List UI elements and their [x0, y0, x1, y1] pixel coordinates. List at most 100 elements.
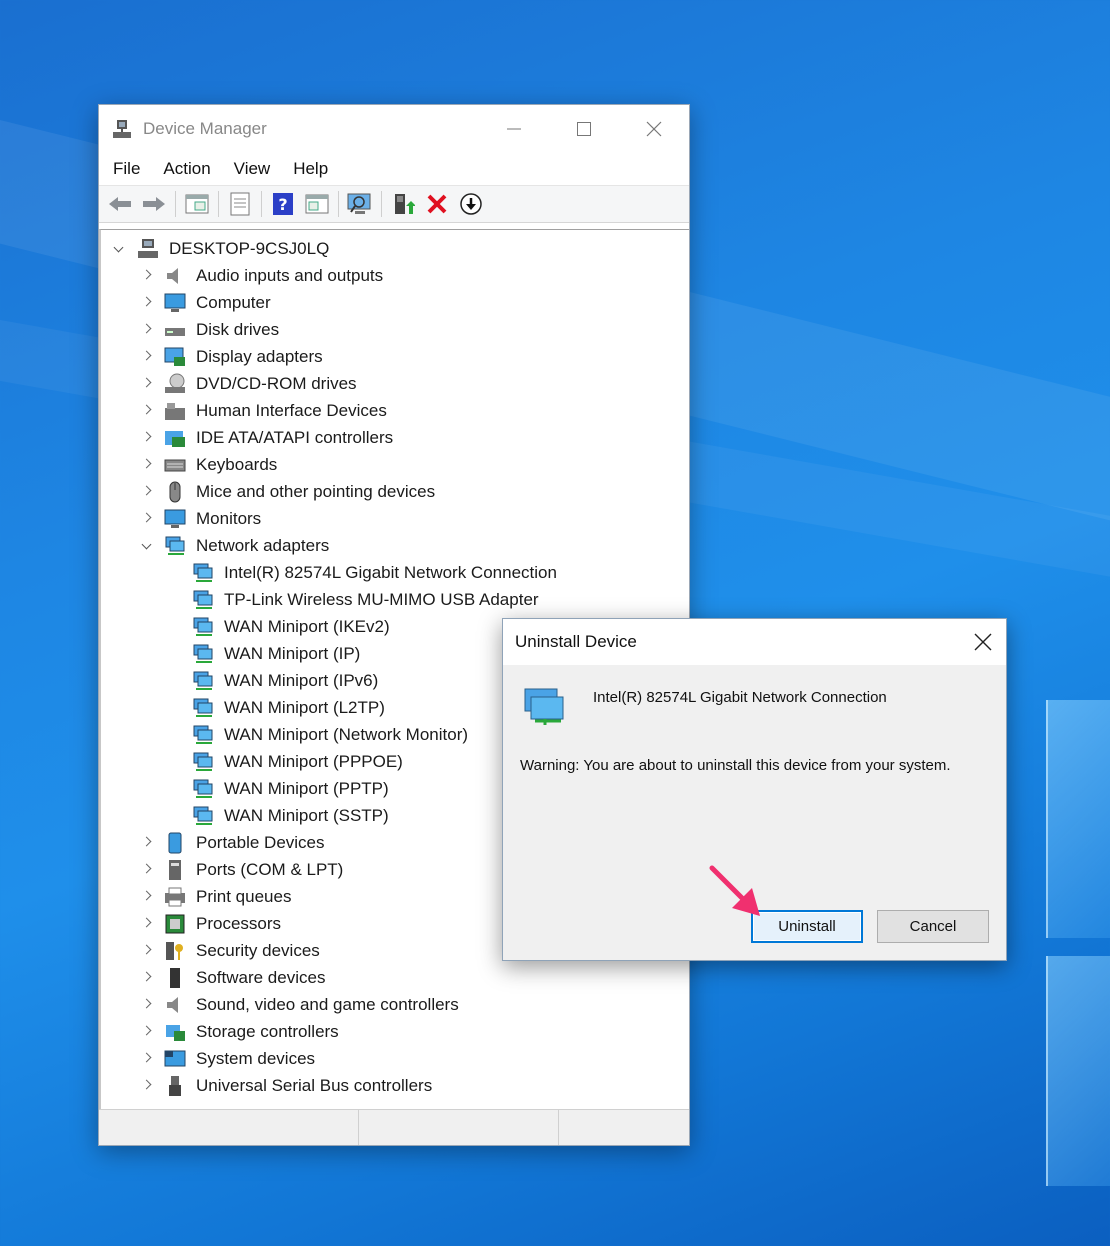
tree-category-item[interactable]: DVD/CD-ROM drives — [164, 370, 357, 397]
tree-device-item[interactable]: WAN Miniport (Network Monitor) — [192, 721, 468, 748]
maximize-button[interactable] — [549, 105, 619, 153]
forward-button[interactable] — [139, 190, 169, 218]
tree-item-label: Audio inputs and outputs — [196, 265, 384, 285]
tree-item-label: WAN Miniport (L2TP) — [224, 697, 385, 717]
tree-category-item[interactable]: IDE ATA/ATAPI controllers — [164, 424, 393, 451]
tree-category-item[interactable]: Processors — [164, 910, 281, 937]
back-arrow-icon — [109, 197, 131, 211]
chevron-right-icon[interactable] — [141, 863, 153, 875]
chevron-right-icon[interactable] — [141, 890, 153, 902]
tree-category-item[interactable]: Ports (COM & LPT) — [164, 856, 343, 883]
tree-category-item[interactable]: Audio inputs and outputs — [164, 262, 383, 289]
network-adapter-icon — [193, 671, 213, 690]
menu-view[interactable]: View — [234, 159, 271, 179]
tree-device-item[interactable]: WAN Miniport (PPPOE) — [192, 748, 403, 775]
scan-hardware-icon — [347, 193, 371, 214]
scan-hardware-button[interactable] — [345, 190, 375, 218]
security-device-icon — [166, 941, 183, 960]
menu-help[interactable]: Help — [293, 159, 328, 179]
properties-button[interactable] — [225, 190, 255, 218]
chevron-right-icon[interactable] — [141, 1052, 153, 1064]
tree-category-item[interactable]: Storage controllers — [164, 1018, 339, 1045]
tree-device-item[interactable]: TP-Link Wireless MU-MIMO USB Adapter — [192, 586, 539, 613]
wallpaper-logo-pane — [1046, 956, 1110, 1186]
tree-category-item[interactable]: Disk drives — [164, 316, 279, 343]
wallpaper-logo-pane — [1046, 700, 1110, 938]
window-title: Device Manager — [143, 119, 267, 138]
tree-category-item[interactable]: Portable Devices — [164, 829, 325, 856]
chevron-right-icon[interactable] — [141, 512, 153, 524]
tree-category-item[interactable]: Print queues — [164, 883, 291, 910]
menu-action[interactable]: Action — [163, 159, 210, 179]
tree-category-item[interactable]: Display adapters — [164, 343, 323, 370]
chevron-right-icon[interactable] — [141, 296, 153, 308]
tree-category-item[interactable]: Network adapters — [164, 532, 329, 559]
title-bar[interactable]: Device Manager — [99, 105, 689, 153]
help-button[interactable]: ? — [268, 190, 298, 218]
chevron-right-icon[interactable] — [141, 1025, 153, 1037]
chevron-right-icon[interactable] — [141, 323, 153, 335]
printer-icon — [165, 887, 185, 906]
chevron-right-icon[interactable] — [141, 350, 153, 362]
chevron-right-icon[interactable] — [141, 431, 153, 443]
status-pane — [359, 1110, 559, 1145]
tree-category-item[interactable]: Human Interface Devices — [164, 397, 387, 424]
tree-root-computer[interactable]: DESKTOP-9CSJ0LQ — [137, 235, 329, 262]
tree-category-item[interactable]: Software devices — [164, 964, 325, 991]
show-hide-console-tree-button[interactable] — [182, 190, 212, 218]
tree-item-label: Intel(R) 82574L Gigabit Network Connecti… — [224, 562, 557, 582]
dialog-title-bar[interactable]: Uninstall Device — [503, 619, 1006, 665]
dialog-close-button[interactable] — [970, 629, 996, 655]
tree-category-item[interactable]: Computer — [164, 289, 271, 316]
tree-device-item[interactable]: Intel(R) 82574L Gigabit Network Connecti… — [192, 559, 557, 586]
update-driver-icon — [395, 194, 415, 214]
chevron-right-icon[interactable] — [141, 485, 153, 497]
toolbar-separator — [381, 191, 382, 217]
monitor-icon — [164, 509, 186, 528]
tree-category-item[interactable]: Universal Serial Bus controllers — [164, 1072, 432, 1099]
tree-item-label: Network adapters — [196, 535, 330, 555]
chevron-right-icon[interactable] — [141, 836, 153, 848]
close-icon — [646, 121, 662, 137]
uninstall-button[interactable]: Uninstall — [751, 910, 863, 943]
menu-file[interactable]: File — [113, 159, 140, 179]
tree-item-label: Human Interface Devices — [196, 400, 387, 420]
uninstall-device-button[interactable] — [422, 190, 452, 218]
chevron-right-icon[interactable] — [141, 404, 153, 416]
dialog-device-name: Intel(R) 82574L Gigabit Network Connecti… — [593, 689, 887, 706]
chevron-right-icon[interactable] — [141, 377, 153, 389]
disable-device-button[interactable] — [456, 190, 486, 218]
tree-device-item[interactable]: WAN Miniport (SSTP) — [192, 802, 389, 829]
tree-category-item[interactable]: Mice and other pointing devices — [164, 478, 435, 505]
tree-device-item[interactable]: WAN Miniport (L2TP) — [192, 694, 385, 721]
back-button[interactable] — [105, 190, 135, 218]
close-button[interactable] — [619, 105, 689, 153]
tree-item-label: Monitors — [196, 508, 262, 528]
tree-item-label: Portable Devices — [196, 832, 325, 852]
chevron-right-icon[interactable] — [141, 1079, 153, 1091]
chevron-right-icon[interactable] — [141, 917, 153, 929]
action-pane-button[interactable] — [302, 190, 332, 218]
tree-category-item[interactable]: Keyboards — [164, 451, 277, 478]
update-driver-button[interactable] — [388, 190, 418, 218]
chevron-down-icon[interactable] — [113, 244, 125, 256]
chevron-right-icon[interactable] — [141, 944, 153, 956]
tree-device-item[interactable]: WAN Miniport (IP) — [192, 640, 360, 667]
chevron-right-icon[interactable] — [141, 269, 153, 281]
tree-device-item[interactable]: WAN Miniport (PPTP) — [192, 775, 389, 802]
tree-category-item[interactable]: Security devices — [164, 937, 320, 964]
tree-category-item[interactable]: System devices — [164, 1045, 315, 1072]
tree-device-item[interactable]: WAN Miniport (IPv6) — [192, 667, 378, 694]
chevron-right-icon[interactable] — [141, 458, 153, 470]
tree-category-item[interactable]: Sound, video and game controllers — [164, 991, 459, 1018]
uninstall-x-icon — [427, 194, 447, 214]
chevron-right-icon[interactable] — [141, 971, 153, 983]
chevron-right-icon[interactable] — [141, 998, 153, 1010]
chevron-down-icon[interactable] — [141, 541, 153, 553]
cancel-button[interactable]: Cancel — [877, 910, 989, 943]
minimize-icon — [507, 128, 521, 130]
minimize-button[interactable] — [479, 105, 549, 153]
tree-device-item[interactable]: WAN Miniport (IKEv2) — [192, 613, 390, 640]
tree-item-label: DESKTOP-9CSJ0LQ — [169, 238, 330, 258]
tree-category-item[interactable]: Monitors — [164, 505, 261, 532]
